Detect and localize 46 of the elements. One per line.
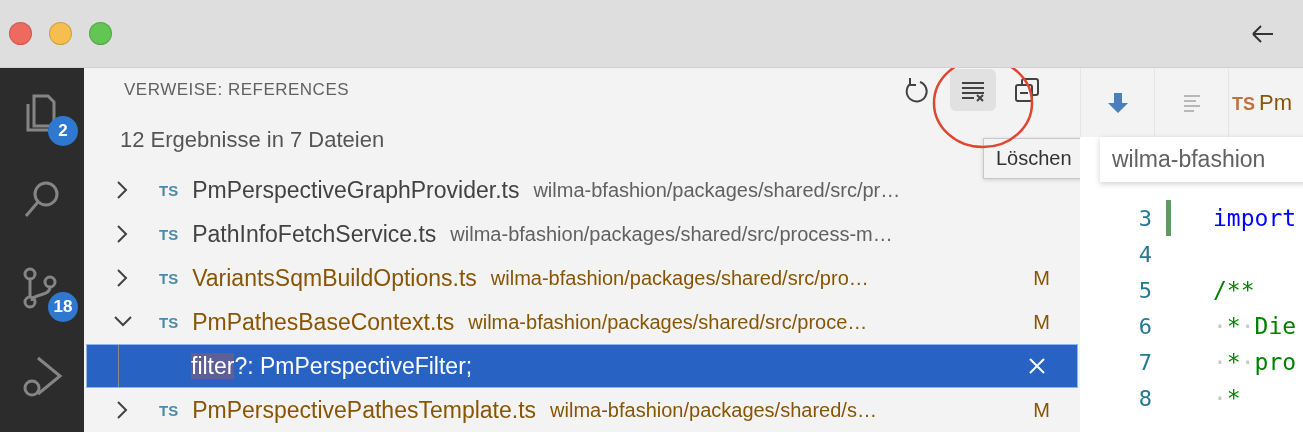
line-number: 5: [1137, 277, 1152, 303]
code-line: /**: [1213, 277, 1255, 303]
panel-title: VERWEISE: REFERENCES: [124, 80, 351, 100]
git-status: M: [1033, 398, 1050, 422]
file-name: PathInfoFetchService.ts: [192, 220, 437, 248]
file-path: wilma-bfashion/packages/shared/src/pr…: [533, 178, 902, 202]
file-row[interactable]: TS PmPathesBaseContext.ts wilma-bfashion/packages/shared/src/proce… M: [84, 300, 1080, 344]
file-row[interactable]: TS PmPerspectivePathesTemplate.ts wilma-bfashion/packages/shared/s… M: [84, 388, 1080, 432]
code-line: ·*·pro: [1213, 349, 1297, 375]
file-path: wilma-bfashion/packages/shared/src/proce…: [468, 310, 869, 334]
window-control[interactable]: [9, 22, 32, 45]
clear-button[interactable]: [950, 69, 996, 111]
hover-popup: wilma-bfashion: [1100, 137, 1303, 182]
line-number: 8: [1137, 385, 1152, 411]
git-status: M: [1033, 266, 1050, 290]
close-icon[interactable]: [1027, 356, 1047, 376]
line-number: 6: [1137, 313, 1152, 339]
git-status: M: [1033, 310, 1050, 334]
count-badge: 18: [48, 292, 78, 322]
file-row[interactable]: TS VariantsSqmBuildOptions.ts wilma-bfashion/packages/shared/src/pro… M: [84, 256, 1080, 300]
results-summary: 12 Ergebnisse in 7 Dateien: [120, 126, 385, 154]
editor-tab[interactable]: TS Pm: [1229, 89, 1292, 116]
file-path: wilma-bfashion/packages/shared/src/process-m…: [450, 222, 894, 246]
match-text: filter?: PmPerspectiveFilter;: [191, 352, 474, 380]
file-path: wilma-bfashion/packages/shared/s…: [550, 398, 878, 422]
file-type-icon: TS: [159, 269, 179, 287]
change-marker: [1166, 200, 1171, 236]
file-name: PmPathesBaseContext.ts: [192, 308, 455, 336]
line-number: 4: [1137, 241, 1152, 267]
tooltip: Löschen: [983, 138, 1080, 179]
file-name: PmPerspectivePathesTemplate.ts: [192, 396, 537, 424]
file-row[interactable]: TS PathInfoFetchService.ts wilma-bfashion/packages/shared/src/process-m…: [84, 212, 1080, 256]
code-line: ·*·Die: [1213, 313, 1297, 339]
count-badge: 2: [48, 116, 78, 146]
code-line: ·*: [1213, 385, 1241, 411]
line-number: 3: [1137, 205, 1152, 231]
line-number: 7: [1137, 349, 1152, 375]
match-row[interactable]: filter?: PmPerspectiveFilter;: [86, 344, 1078, 388]
file-name: VariantsSqmBuildOptions.ts: [192, 264, 477, 292]
file-type-icon: TS: [159, 181, 179, 199]
file-type-icon: TS: [159, 401, 179, 419]
file-type-icon: TS: [159, 313, 179, 331]
code-line: import: [1213, 205, 1297, 231]
file-path: wilma-bfashion/packages/shared/src/pro…: [490, 266, 870, 290]
file-type-icon: TS: [159, 225, 179, 243]
file-name: PmPerspectiveGraphProvider.ts: [192, 176, 520, 204]
